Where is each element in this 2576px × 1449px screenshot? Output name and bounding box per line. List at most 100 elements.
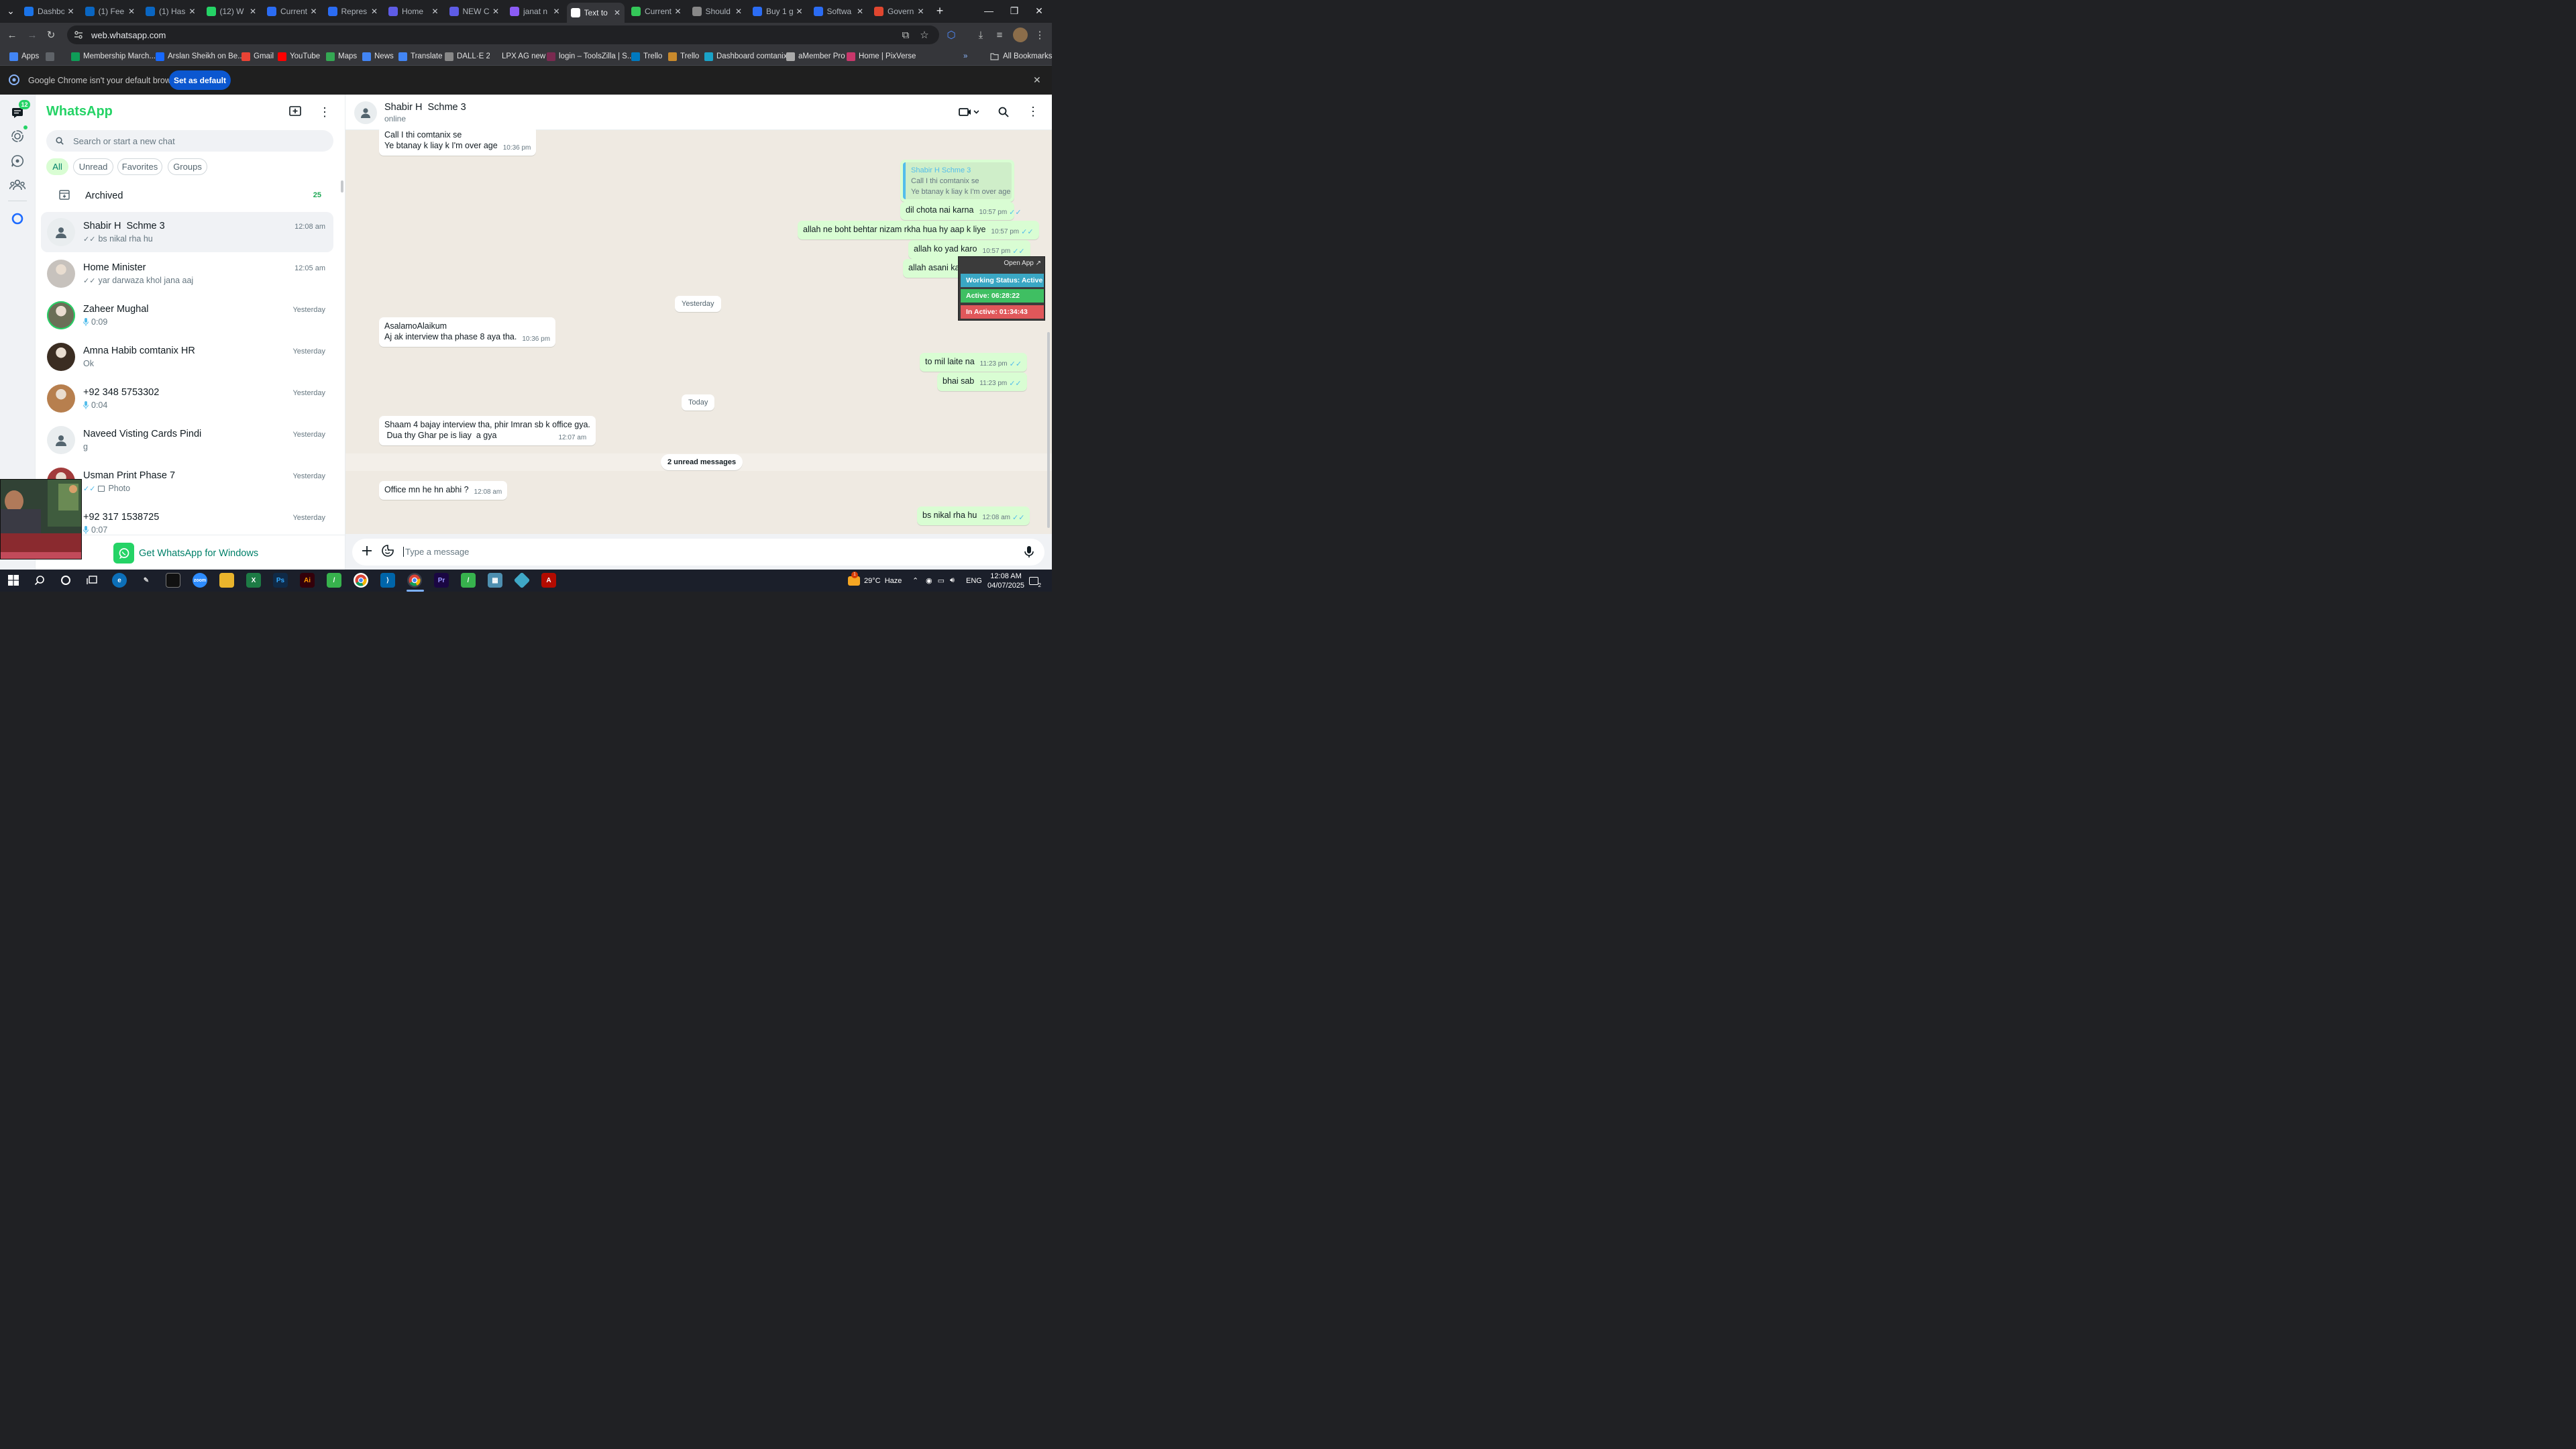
bookmark-item[interactable]: Maps	[326, 50, 357, 62]
message-outgoing[interactable]: bhai sab 11:23 pm ✓✓	[937, 372, 1027, 391]
chrome-active-icon[interactable]	[407, 573, 422, 588]
browser-tab[interactable]: Should ✕	[688, 3, 747, 20]
extension-icon[interactable]: ⬡	[945, 28, 958, 42]
bookmark-item[interactable]: LPX AG new	[490, 50, 545, 62]
chrome-taskbar-icon[interactable]	[354, 573, 368, 588]
filter-favorites[interactable]: Favorites	[117, 158, 162, 175]
chat-list-item[interactable]: Home Minister ✓✓ yar darwaza khol jana aaj…	[41, 254, 333, 294]
network-icon[interactable]: ▭	[938, 576, 945, 585]
channels-nav-button[interactable]	[9, 152, 26, 170]
zoom-icon[interactable]: zoom	[193, 573, 207, 588]
language-indicator[interactable]: ENG	[966, 570, 982, 592]
browser-tab[interactable]: Home ✕	[384, 3, 443, 20]
contact-avatar[interactable]	[354, 101, 377, 124]
install-app-icon[interactable]: ⧉	[899, 28, 912, 42]
weather-widget[interactable]: 1 29°C Haze	[848, 570, 902, 592]
close-tab-icon[interactable]: ✕	[857, 7, 863, 16]
close-tab-icon[interactable]: ✕	[189, 7, 195, 16]
conversation-scrollbar[interactable]	[1047, 332, 1050, 528]
message-incoming[interactable]: Shaam 4 bajay interview tha, phir Imran …	[379, 416, 596, 445]
back-icon[interactable]: ←	[5, 28, 19, 42]
new-tab-button[interactable]: +	[931, 0, 949, 21]
restore-icon[interactable]: ❐	[1002, 0, 1027, 21]
chat-list-scrollbar[interactable]	[341, 180, 343, 193]
task-view-icon[interactable]	[85, 573, 99, 588]
edge-icon[interactable]: e	[112, 573, 127, 588]
filter-unread[interactable]: Unread	[73, 158, 113, 175]
terminal-icon[interactable]	[166, 573, 180, 588]
notification-center[interactable]: 2	[1029, 570, 1041, 592]
communities-nav-button[interactable]	[9, 176, 26, 193]
conversation-header[interactable]: Shabir H Schme 3 online ⋮	[345, 95, 1052, 130]
close-tab-icon[interactable]: ✕	[674, 7, 681, 16]
get-app-label[interactable]: Get WhatsApp for Windows	[139, 548, 258, 559]
volume-icon[interactable]: 🔊︎	[950, 576, 955, 585]
close-tab-icon[interactable]: ✕	[310, 7, 317, 16]
filter-all[interactable]: All	[46, 158, 68, 175]
conversation-menu-icon[interactable]: ⋮	[1027, 105, 1039, 119]
start-button[interactable]	[6, 573, 21, 588]
filter-groups[interactable]: Groups	[168, 158, 207, 175]
microphone-icon[interactable]	[1024, 545, 1034, 558]
site-info-icon[interactable]	[74, 30, 83, 40]
close-tab-icon[interactable]: ✕	[250, 7, 256, 16]
close-tab-icon[interactable]: ✕	[67, 7, 74, 16]
close-tab-icon[interactable]: ✕	[614, 8, 621, 17]
message-incoming[interactable]: AsalamoAlaikum Aj ak interview tha phase…	[379, 317, 556, 347]
browser-tab[interactable]: (1) Has ✕	[142, 3, 200, 20]
bookmark-item[interactable]: Translate	[398, 50, 443, 62]
minimize-icon[interactable]: —	[976, 0, 1002, 21]
chat-list-item[interactable]: Naveed Visting Cards Pindi g Yesterday	[41, 420, 333, 460]
chat-list-item[interactable]: Usman Print Phase 7 ✓✓ Photo Yesterday	[41, 462, 333, 502]
browser-tab[interactable]: Text to ✕	[566, 3, 625, 23]
tab-search-chevron-icon[interactable]: ⌄	[1, 0, 20, 21]
pen-tool-icon[interactable]: ✎	[139, 573, 154, 588]
close-infobar-icon[interactable]: ✕	[1033, 74, 1041, 86]
illustrator-icon[interactable]: Ai	[300, 573, 315, 588]
profile-avatar[interactable]	[1013, 28, 1028, 42]
browser-tab[interactable]: Govern ✕	[870, 3, 928, 20]
green-app-icon[interactable]: /	[327, 573, 341, 588]
menu-icon[interactable]: ⋮	[319, 105, 331, 119]
url-text[interactable]: web.whatsapp.com	[91, 30, 166, 40]
reload-icon[interactable]: ↻	[44, 28, 58, 42]
meta-ai-button[interactable]	[9, 210, 26, 227]
chrome-menu-icon[interactable]: ⋮	[1033, 28, 1046, 42]
avatar[interactable]	[47, 384, 75, 413]
message-outgoing[interactable]: bs nikal rha hu 12:08 am ✓✓	[917, 506, 1030, 525]
avatar[interactable]	[47, 301, 75, 329]
system-tray-icons[interactable]: ◉ ▭ 🔊︎	[926, 570, 955, 592]
browser-tab[interactable]: Softwa ✕	[810, 3, 868, 20]
get-app-banner[interactable]: Get WhatsApp for Windows	[36, 535, 345, 570]
attach-plus-icon[interactable]	[362, 545, 372, 556]
sticker-emoji-icon[interactable]	[382, 545, 394, 557]
meet-now-icon[interactable]: ◉	[926, 576, 932, 585]
downloads-icon[interactable]: ⤓	[974, 28, 987, 42]
all-bookmarks[interactable]: All Bookmarks	[990, 50, 1053, 62]
new-chat-icon[interactable]	[289, 106, 301, 117]
contact-name[interactable]: Shabir H Schme 3	[384, 102, 466, 113]
quoted-message[interactable]: Shabir H Schme 3 Call I thi comtanix se …	[900, 160, 1014, 202]
browser-tab[interactable]: janat n ✕	[506, 3, 564, 20]
avatar[interactable]	[47, 260, 75, 288]
chat-list-item[interactable]: +92 348 5753302 0:04 Yesterday	[41, 378, 333, 419]
bookmark-item[interactable]: Arslan Sheikh on Be...	[156, 50, 244, 62]
set-as-default-button[interactable]: Set as default	[169, 70, 231, 90]
message-outgoing[interactable]: to mil laite na 11:23 pm ✓✓	[920, 353, 1028, 372]
message-incoming[interactable]: Call I thi comtanix se Ye btanay k liay …	[379, 126, 537, 156]
search-input[interactable]: Search or start a new chat	[46, 130, 333, 152]
close-tab-icon[interactable]: ✕	[796, 7, 802, 16]
close-tab-icon[interactable]: ✕	[371, 7, 378, 16]
close-window-icon[interactable]: ✕	[1026, 0, 1052, 21]
bookmark-item[interactable]: Trello	[631, 50, 662, 62]
diamond-app-icon[interactable]	[513, 572, 531, 589]
media-queue-icon[interactable]: ≡	[993, 28, 1006, 42]
bookmark-item[interactable]: aMember Pro	[786, 50, 845, 62]
tab-groups-icon[interactable]	[46, 50, 58, 62]
bookmark-item[interactable]: Home | PixVerse	[847, 50, 916, 62]
bookmark-item[interactable]: Gmail	[241, 50, 274, 62]
close-tab-icon[interactable]: ✕	[553, 7, 559, 16]
photoshop-icon[interactable]: Ps	[273, 573, 288, 588]
search-taskbar-icon[interactable]	[32, 573, 47, 588]
avatar[interactable]	[47, 218, 75, 246]
